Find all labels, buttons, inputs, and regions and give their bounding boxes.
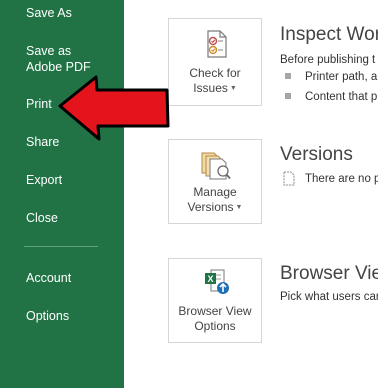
browser-view-options-label: Browser View Options [178, 304, 252, 333]
inspect-bullet-2: Content that p [305, 91, 378, 103]
svg-text:X: X [207, 274, 213, 284]
check-for-issues-label: Check for Issues ▼ [189, 66, 241, 95]
manage-versions-label: Manage Versions ▼ [187, 185, 243, 214]
caret-down-icon: ▼ [235, 204, 243, 211]
nav-options[interactable]: Options [26, 308, 69, 324]
nav-close[interactable]: Close [26, 210, 58, 226]
browser-view-title: Browser Vie [280, 263, 378, 284]
bullet-icon [285, 93, 291, 99]
backstage-main: Check for Issues ▼ Inspect Wor Before pub… [124, 0, 378, 388]
nav-save-as-adobe-pdf[interactable]: Save as Adobe PDF [26, 43, 110, 75]
nav-export[interactable]: Export [26, 172, 62, 188]
nav-print[interactable]: Print [26, 96, 52, 112]
caret-down-icon: ▼ [229, 85, 237, 92]
inspect-bullet-1: Printer path, a [305, 71, 378, 83]
nav-save-as[interactable]: Save As [26, 5, 72, 21]
inspect-description: Before publishing t [280, 54, 376, 66]
inspect-title: Inspect Wor [280, 24, 378, 45]
versions-note: There are no p [305, 173, 378, 185]
bullet-icon [285, 73, 291, 79]
nav-divider [24, 246, 98, 247]
check-document-icon [207, 30, 227, 58]
browser-view-description: Pick what users car [280, 291, 378, 303]
excel-browser-icon: X [205, 269, 229, 294]
document-versions-icon [201, 152, 231, 180]
backstage-sidebar: Save As Save as Adobe PDF Print Share Ex… [0, 0, 124, 388]
manage-versions-button[interactable]: Manage Versions ▼ [168, 139, 262, 224]
version-document-icon [283, 171, 295, 186]
browser-view-options-button[interactable]: X Browser View Options [168, 258, 262, 343]
nav-share[interactable]: Share [26, 134, 59, 150]
check-for-issues-button[interactable]: Check for Issues ▼ [168, 18, 262, 106]
nav-account[interactable]: Account [26, 270, 71, 286]
versions-title: Versions [280, 144, 353, 165]
